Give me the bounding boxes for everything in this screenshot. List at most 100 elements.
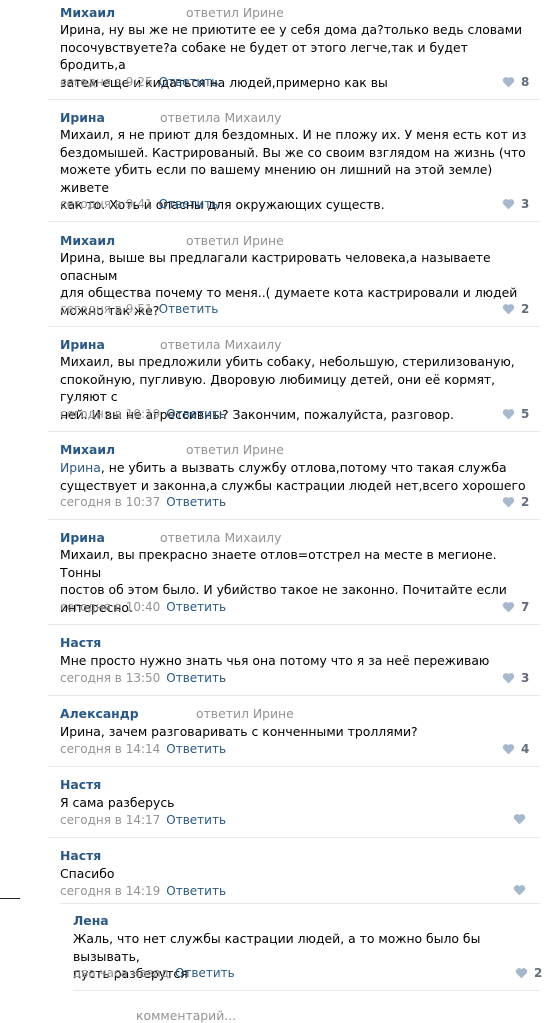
heart-icon <box>502 199 515 210</box>
comment-text-line: бездомышей. Кастрированый. Вы же со свои… <box>60 144 526 160</box>
reply-button[interactable]: Ответить <box>159 197 219 211</box>
reply-button[interactable]: Ответить <box>166 600 226 614</box>
reply-to-link[interactable]: ответил Ирине <box>186 5 284 20</box>
comment-meta: сегодня в 9:41 Ответить <box>60 197 218 211</box>
heart-icon <box>502 304 515 315</box>
heart-icon <box>515 968 528 979</box>
comment-author[interactable]: Михаил <box>60 442 115 457</box>
divider <box>48 221 540 222</box>
reply-button[interactable]: Ответить <box>166 813 226 827</box>
like-count: 7 <box>521 600 530 614</box>
reply-button[interactable]: Ответить <box>166 671 226 685</box>
comment-author[interactable]: Настя <box>60 635 101 650</box>
comment-meta: сегодня в 13:50 Ответить <box>60 671 226 685</box>
comment-text-line: можете убить если по вашему мнению он ли… <box>60 162 493 195</box>
like-button[interactable]: 3 <box>502 671 529 685</box>
reply-to-link[interactable]: ответил Ирине <box>186 442 284 457</box>
comment-text-line: Михаил, вы предложили убить собаку, небо… <box>60 354 515 369</box>
like-count: 3 <box>521 197 530 211</box>
reply-button[interactable]: Ответить <box>166 742 226 756</box>
comment-author[interactable]: Ирина <box>60 337 105 352</box>
reply-button[interactable]: Ответить <box>159 75 219 89</box>
heart-icon <box>502 497 515 508</box>
heart-icon <box>502 744 515 755</box>
reply-to-link[interactable]: ответил Ирине <box>186 233 284 248</box>
comment-text-line: постов об этом было. И убийство такое не… <box>60 582 507 598</box>
divider <box>48 99 540 100</box>
comment-time[interactable]: два часа назад <box>73 966 169 980</box>
comment-meta: сегодня в 14:17 Ответить <box>60 813 226 827</box>
comment-meta: сегодня в 9:25 Ответить <box>60 75 218 89</box>
divider <box>48 624 540 625</box>
comment-author[interactable]: Ирина <box>60 530 105 545</box>
comment-text-line: Мне просто нужно знать чья она потому чт… <box>60 653 490 668</box>
comment-text-line: для общества почему то меня..( думаете к… <box>60 285 518 301</box>
like-button[interactable]: 7 <box>502 600 529 614</box>
comment-time[interactable]: сегодня в 14:14 <box>60 742 160 756</box>
comment-time[interactable]: сегодня в 9:41 <box>60 197 153 211</box>
comment-time[interactable]: сегодня в 9:25 <box>60 75 153 89</box>
reply-to-link[interactable]: ответила Михаилу <box>160 110 281 125</box>
divider <box>48 326 540 327</box>
reply-to-link[interactable]: ответила Михаилу <box>160 530 281 545</box>
comment-time[interactable]: сегодня в 14:19 <box>60 884 160 898</box>
like-button[interactable]: 3 <box>502 197 529 211</box>
reply-button[interactable]: Ответить <box>166 407 226 421</box>
comment-author[interactable]: Настя <box>60 848 101 863</box>
divider <box>60 903 540 904</box>
like-button[interactable]: 8 <box>502 75 529 89</box>
like-count: 4 <box>521 742 530 756</box>
comment-time[interactable]: сегодня в 13:50 <box>60 671 160 685</box>
comment-author[interactable]: Настя <box>60 777 101 792</box>
comment-text-line: Ирина, выше вы предлагали кастрировать ч… <box>60 250 491 283</box>
like-count: 3 <box>521 671 530 685</box>
comment-author[interactable]: Михаил <box>60 233 115 248</box>
reply-to-link[interactable]: ответил Ирине <box>196 706 294 721</box>
reply-button[interactable]: Ответить <box>166 884 226 898</box>
comment-author[interactable]: Александр <box>60 706 139 721</box>
comment-text-line: Ирина, не убить а вызвать службу отлова,… <box>60 459 530 477</box>
reply-to-link[interactable]: ответила Михаилу <box>160 337 281 352</box>
like-button[interactable]: 2 <box>502 495 529 509</box>
like-button[interactable]: 4 <box>502 742 529 756</box>
like-count: 2 <box>534 966 543 980</box>
comment-meta: сегодня в 14:14 Ответить <box>60 742 226 756</box>
comment-input[interactable]: комментарий... <box>136 1008 236 1023</box>
comment-text: Мне просто нужно знать чья она потому чт… <box>60 652 530 670</box>
comment-time[interactable]: сегодня в 9:51 <box>60 302 153 316</box>
comment-author[interactable]: Ирина <box>60 110 105 125</box>
reply-button[interactable]: Ответить <box>159 302 219 316</box>
comment-text-fragment: , не убить а вызвать службу отлова,потом… <box>100 460 507 475</box>
like-button[interactable]: 2 <box>515 966 542 980</box>
comment-text-line: Жаль, что нет службы кастрации людей, а … <box>73 931 481 964</box>
comment-text-line: Михаил, я не приют для бездомных. И не п… <box>60 127 527 142</box>
comment-text-line: Михаил, вы прекрасно знаете отлов=отстре… <box>60 547 497 580</box>
like-button[interactable]: 5 <box>502 407 529 421</box>
heart-icon <box>502 409 515 420</box>
reply-button[interactable]: Ответить <box>175 966 235 980</box>
comment-author[interactable]: Лена <box>73 913 109 928</box>
comment-text: Ирина, зачем разговаривать с конченными … <box>60 723 530 741</box>
like-button[interactable]: 2 <box>502 302 529 316</box>
mention-link[interactable]: Ирина <box>60 460 101 475</box>
divider <box>48 837 540 838</box>
comment-meta: сегодня в 9:51 Ответить <box>60 302 218 316</box>
comment-meta: сегодня в 10:19 Ответить <box>60 407 226 421</box>
comment-time[interactable]: сегодня в 10:40 <box>60 600 160 614</box>
reply-button[interactable]: Ответить <box>166 495 226 509</box>
comment-meta: сегодня в 10:37 Ответить <box>60 495 226 509</box>
comment-text-line: Ирина, ну вы же не приютите ее у себя до… <box>60 22 523 37</box>
like-button[interactable] <box>513 884 532 896</box>
like-button[interactable] <box>513 813 532 825</box>
heart-icon <box>513 814 526 825</box>
heart-icon <box>502 77 515 88</box>
divider <box>48 519 540 520</box>
comment-meta: два часа назад Ответить <box>73 966 235 980</box>
comment-time[interactable]: сегодня в 10:37 <box>60 495 160 509</box>
heart-icon <box>502 673 515 684</box>
divider <box>0 898 20 899</box>
comment-time[interactable]: сегодня в 10:19 <box>60 407 160 421</box>
comment-author[interactable]: Михаил <box>60 5 115 20</box>
comment-time[interactable]: сегодня в 14:17 <box>60 813 160 827</box>
like-count: 2 <box>521 302 530 316</box>
